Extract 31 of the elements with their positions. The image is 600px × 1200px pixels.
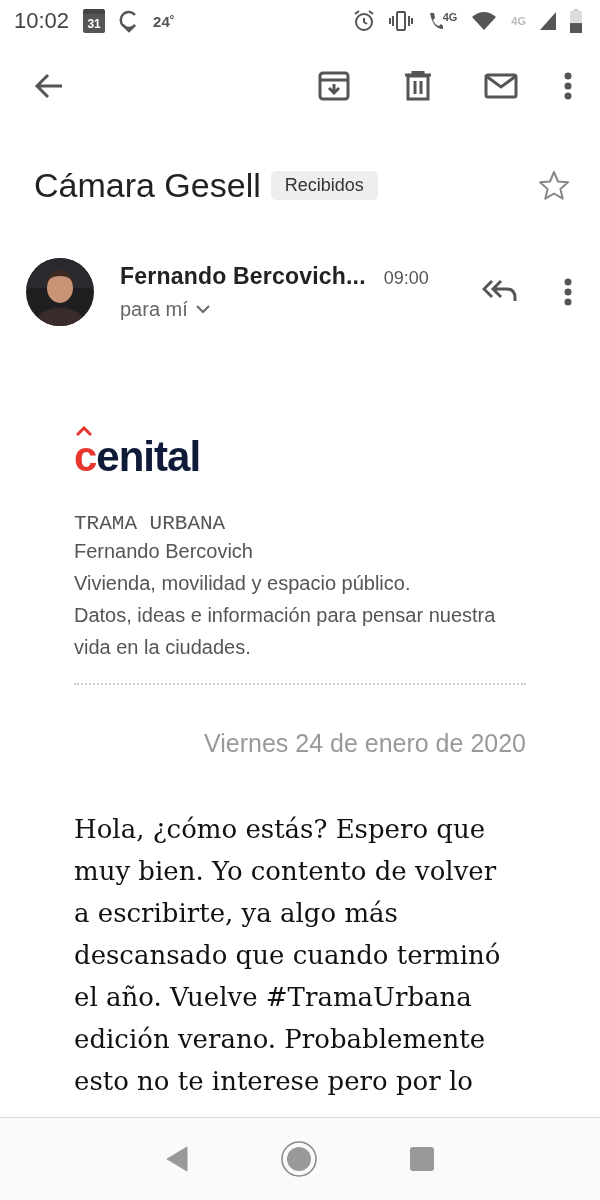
archive-icon <box>318 71 350 101</box>
sent-time: 09:00 <box>383 268 429 289</box>
recents-icon[interactable] <box>408 1146 435 1172</box>
home-icon[interactable] <box>280 1140 318 1178</box>
description: Datos, ideas e información para pensar nuestra vida en la ciudades. <box>74 603 497 660</box>
logo: cenital <box>74 426 203 482</box>
delete-icon <box>404 71 432 101</box>
mail-icon <box>484 73 518 99</box>
wifi-icon <box>471 11 498 31</box>
clock: 10:02 <box>14 8 70 34</box>
network-type: 4G <box>442 11 458 23</box>
battery-icon <box>570 9 582 33</box>
chevron-down-icon <box>195 305 210 314</box>
recipient-toggle[interactable]: para mí <box>120 298 429 321</box>
signal-icon <box>540 12 556 30</box>
alarm-icon <box>352 10 375 32</box>
sender-name: Fernando Bercovich... <box>120 263 366 290</box>
issue-date: Viernes 24 de enero de 2020 <box>202 729 526 758</box>
network-type: 4G <box>511 15 526 27</box>
more-icon <box>564 72 572 100</box>
vibrate-icon <box>388 11 413 31</box>
tagline: Vivienda, movilidad y espacio público. <box>74 571 412 596</box>
newsletter-title: TRAMA URBANA <box>74 512 227 535</box>
body-paragraph: Hola, ¿cómo estás? Espero que muy bien. Yo contento de volver a escribirte, ya algo más descansado que cuando terminó el año. Vuelve #TramaUrbana edición verano. Probablemente esto no te interese pero por lo <box>74 813 502 1098</box>
more-icon <box>564 278 572 306</box>
email-subject: Cámara Gesell <box>34 165 261 205</box>
calendar-icon: 31 <box>83 9 106 33</box>
back-icon[interactable] <box>165 1145 190 1173</box>
author-name: Fernando Bercovich <box>74 539 254 564</box>
temperature: 24˚ <box>153 12 175 30</box>
inbox-label: Recibidos <box>270 170 378 200</box>
